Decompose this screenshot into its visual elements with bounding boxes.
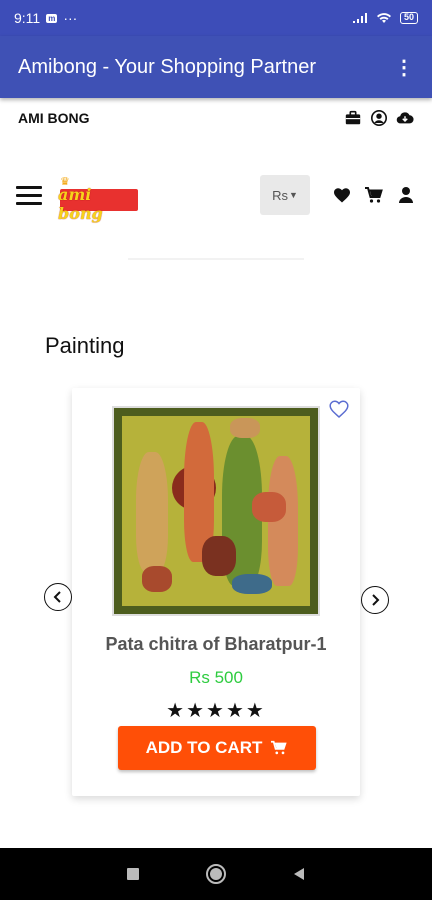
add-to-cart-button[interactable]: ADD TO CART — [118, 726, 316, 770]
app-title: Amibong - Your Shopping Partner — [18, 55, 316, 78]
recents-icon[interactable] — [125, 866, 141, 882]
currency-select[interactable]: Rs ▼ — [260, 175, 310, 215]
product-card[interactable]: Pata chitra of Bharatpur-1 Rs 500 ★★★★★ … — [72, 388, 360, 796]
product-price: Rs 500 — [189, 668, 243, 687]
chevron-down-icon: ▼ — [288, 190, 298, 200]
top-strip: AMI BONG — [0, 98, 432, 138]
menu-icon[interactable] — [16, 185, 42, 205]
signal-icon — [352, 13, 367, 23]
divider — [128, 258, 304, 260]
user-circle-icon[interactable] — [370, 109, 388, 127]
carousel-next-button[interactable] — [361, 586, 389, 614]
cloud-download-icon[interactable] — [396, 109, 414, 127]
notification-icon: m — [46, 13, 58, 23]
app-bar: Amibong - Your Shopping Partner ⋮ — [0, 36, 432, 98]
carousel-prev-button[interactable] — [44, 583, 72, 611]
product-name[interactable]: Pata chitra of Bharatpur-1 — [72, 634, 360, 655]
briefcase-icon[interactable] — [344, 109, 362, 127]
heart-icon[interactable] — [332, 185, 352, 205]
wishlist-heart-icon[interactable] — [328, 398, 350, 420]
product-image[interactable] — [112, 406, 320, 616]
back-icon[interactable] — [291, 866, 307, 882]
more-vert-icon[interactable]: ⋮ — [394, 55, 414, 80]
logo[interactable]: ♛ ami bong — [54, 175, 140, 223]
battery-icon: 50 — [399, 12, 418, 24]
status-dots: ··· — [63, 10, 78, 26]
status-bar: 9:11 m ··· 50 — [0, 0, 432, 36]
system-nav-bar — [0, 848, 432, 900]
chevron-right-icon — [372, 594, 380, 606]
brand-text: AMI BONG — [18, 110, 90, 126]
user-icon[interactable] — [396, 185, 416, 205]
cart-icon[interactable] — [364, 185, 384, 205]
currency-value: Rs — [272, 187, 288, 203]
chevron-left-icon — [53, 591, 61, 603]
cart-icon — [271, 740, 288, 755]
add-to-cart-label: ADD TO CART — [145, 738, 263, 757]
main-nav: ♛ ami bong Rs ▼ — [0, 170, 432, 223]
home-icon[interactable] — [205, 863, 227, 885]
status-time: 9:11 — [14, 10, 41, 26]
section-title: Painting — [45, 333, 125, 358]
wifi-icon — [376, 13, 391, 23]
logo-text: ami bong — [58, 185, 103, 223]
rating-stars: ★★★★★ — [166, 700, 266, 722]
